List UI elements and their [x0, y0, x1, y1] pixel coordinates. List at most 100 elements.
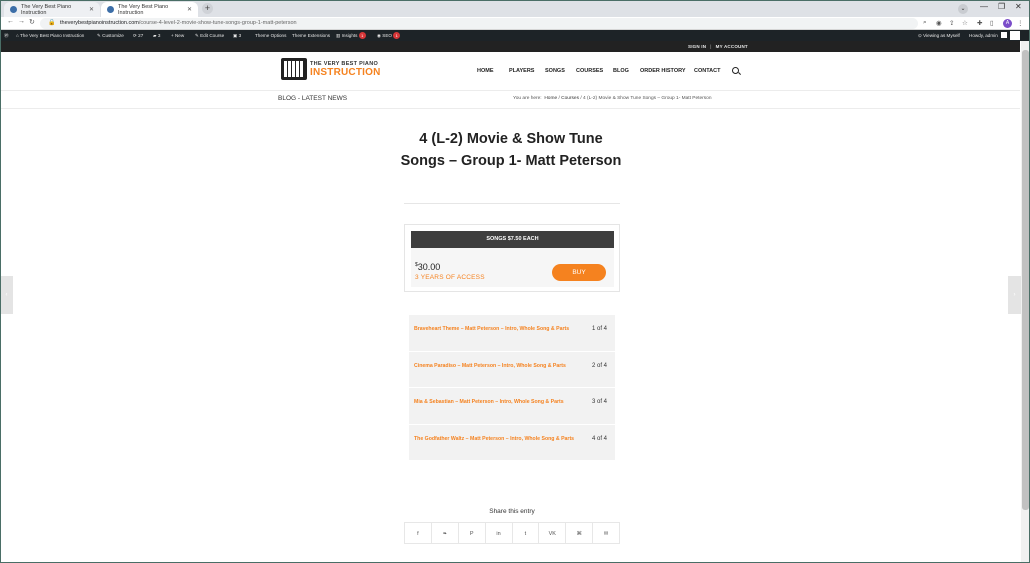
share-buttons: f ❧ P in t VK ⌘ ✉ [404, 522, 620, 544]
profile-avatar[interactable]: A [1003, 19, 1012, 28]
my-account-link[interactable]: MY ACCOUNT [716, 44, 748, 49]
nav-home[interactable]: HOME [477, 68, 494, 74]
site-top-bar: SIGN IN | MY ACCOUNT [0, 41, 1020, 52]
new-tab-button[interactable]: + [202, 3, 213, 14]
admin-comments[interactable]: ▰ 3 [153, 30, 160, 41]
nav-courses[interactable]: COURSES [576, 68, 603, 74]
pricing-header: SONGS $7.50 EACH [411, 231, 614, 248]
share-vk-icon[interactable]: VK [539, 523, 567, 543]
wordpress-icon [107, 6, 114, 13]
close-tab-icon[interactable]: ✕ [89, 6, 94, 13]
subheader-divider [0, 108, 1020, 109]
breadcrumb-current: 4 (L-2) Movie & Show Tune Songs – Group … [582, 96, 712, 101]
admin-site-name[interactable]: ⌂ The Very Best Piano Instruction [16, 30, 84, 41]
menu-icon[interactable]: ⋮ [1017, 19, 1024, 27]
lesson-link[interactable]: Mia & Sebastian – Matt Peterson – Intro,… [414, 399, 584, 406]
admin-other[interactable]: ▣ 3 [233, 30, 241, 41]
list-item[interactable]: The Godfather Waltz – Matt Peterson – In… [409, 425, 615, 461]
close-tab-icon[interactable]: ✕ [187, 6, 192, 13]
pricing-body: $30.00 3 YEARS OF ACCESS BUY [411, 248, 614, 287]
share-tumblr-icon[interactable]: t [513, 523, 540, 543]
share-linkedin-icon[interactable]: in [486, 523, 513, 543]
browser-tab-bar: The Very Best Piano Instruction ✕ The Ve… [0, 0, 1030, 17]
admin-updates-count: 27 [138, 33, 144, 38]
site-logo[interactable]: THE VERY BEST PIANO INSTRUCTION [281, 58, 381, 80]
nav-players[interactable]: PLAYERS [509, 68, 534, 74]
prev-entry-arrow[interactable]: ‹ [0, 276, 13, 314]
admin-theme-options[interactable]: Theme Options [255, 30, 286, 41]
topbar-separator: | [710, 44, 712, 49]
breadcrumb: You are here: Home / Courses / 4 (L-2) M… [513, 96, 712, 101]
lesson-link[interactable]: Braveheart Theme – Matt Peterson – Intro… [414, 326, 584, 333]
lesson-list: Braveheart Theme – Matt Peterson – Intro… [409, 315, 615, 461]
admin-viewing-as[interactable]: ⊙ Viewing as Myself [918, 30, 960, 41]
scrollbar-thumb[interactable] [1022, 50, 1029, 510]
admin-new[interactable]: + New [171, 30, 184, 41]
list-item[interactable]: Braveheart Theme – Matt Peterson – Intro… [409, 315, 615, 352]
share-title: Share this entry [489, 508, 535, 515]
share-twitter-icon[interactable]: ❧ [432, 523, 459, 543]
page-title: 4 (L-2) Movie & Show Tune Songs – Group … [400, 131, 622, 169]
breadcrumb-home[interactable]: Home [544, 96, 557, 101]
share-facebook-icon[interactable]: f [405, 523, 432, 543]
breadcrumb-courses[interactable]: Courses [561, 96, 579, 101]
admin-seo-label: SEO [382, 33, 392, 38]
list-item[interactable]: Cinema Paradiso – Matt Peterson – Intro,… [409, 352, 615, 388]
search-icon[interactable] [732, 67, 739, 74]
url-field[interactable]: 🔒 theverybestpianoinstruction.com/course… [40, 18, 918, 29]
reload-icon[interactable]: ↻ [29, 18, 35, 26]
share-reddit-icon[interactable]: ⌘ [566, 523, 594, 543]
admin-insights-label: Insights [341, 33, 358, 38]
admin-seo[interactable]: ◉ SEO 1 [377, 30, 401, 41]
wordpress-icon [10, 6, 17, 13]
bookmark-star-icon[interactable]: ☆ [962, 19, 968, 27]
admin-customize[interactable]: ✎ Customize [97, 30, 124, 41]
buy-button[interactable]: BUY [552, 264, 606, 281]
admin-comments-count: 3 [157, 33, 161, 38]
share-page-icon[interactable]: ⇪ [949, 19, 954, 27]
wp-admin-bar: Ⓦ ⌂ The Very Best Piano Instruction ✎ Cu… [0, 30, 1030, 41]
admin-theme-extensions[interactable]: Theme Extensions [292, 30, 330, 41]
breadcrumb-prefix: You are here: [513, 96, 542, 101]
nav-order-history[interactable]: ORDER HISTORY [640, 68, 686, 74]
admin-viewing-as-label: Viewing as Myself [923, 33, 960, 38]
logo-big-text: INSTRUCTION [310, 66, 381, 78]
forward-icon[interactable]: → [18, 18, 25, 25]
minimize-icon[interactable]: — [980, 2, 988, 11]
price-amount: $30.00 [415, 262, 440, 272]
close-window-icon[interactable]: ✕ [1015, 2, 1022, 11]
share-pinterest-icon[interactable]: P [459, 523, 486, 543]
extensions-icon[interactable]: ✚ [977, 19, 982, 27]
insights-badge: 1 [358, 32, 366, 40]
title-divider [404, 203, 620, 204]
side-panel-icon[interactable]: ▯ [990, 19, 994, 27]
tab-label: The Very Best Piano Instruction [118, 3, 169, 16]
admin-edit-course[interactable]: ✎ Edit Course [195, 30, 224, 41]
lesson-link[interactable]: Cinema Paradiso – Matt Peterson – Intro,… [414, 363, 584, 370]
lesson-link[interactable]: The Godfather Waltz – Matt Peterson – In… [414, 436, 584, 443]
browser-tab-2[interactable]: The Very Best Piano Instruction ✕ [101, 2, 198, 17]
wp-logo-icon[interactable]: Ⓦ [4, 30, 9, 41]
list-item[interactable]: Mia & Sebastian – Matt Peterson – Intro,… [409, 388, 615, 425]
nav-blog[interactable]: BLOG [613, 68, 629, 74]
admin-avatar[interactable] [1001, 32, 1007, 38]
share-email-icon[interactable]: ✉ [593, 523, 619, 543]
next-entry-arrow[interactable]: › [1008, 276, 1021, 314]
eye-off-icon[interactable]: ◉ [936, 19, 942, 27]
admin-howdy[interactable]: Howdy, admin [969, 30, 998, 41]
admin-insights[interactable]: ▥ Insights 1 [336, 30, 366, 41]
nav-contact[interactable]: CONTACT [694, 68, 720, 74]
logo-small-text: THE VERY BEST PIANO [310, 60, 379, 67]
maximize-icon[interactable]: ❐ [998, 2, 1005, 11]
back-icon[interactable]: ← [7, 18, 14, 25]
admin-box [1010, 31, 1020, 40]
browser-tab-1[interactable]: The Very Best Piano Instruction ✕ [4, 2, 100, 17]
nav-songs[interactable]: SONGS [545, 68, 565, 74]
tab-search-icon[interactable]: ⌄ [958, 4, 968, 14]
sign-in-link[interactable]: SIGN IN [688, 44, 706, 49]
lesson-count: 1 of 4 [592, 326, 608, 332]
admin-updates[interactable]: ⟳ 27 [133, 30, 143, 41]
zoom-icon[interactable]: ⌕ [923, 19, 927, 27]
url-host: theverybestpianoinstruction.com [60, 20, 139, 26]
tab-label: The Very Best Piano Instruction [21, 3, 72, 16]
